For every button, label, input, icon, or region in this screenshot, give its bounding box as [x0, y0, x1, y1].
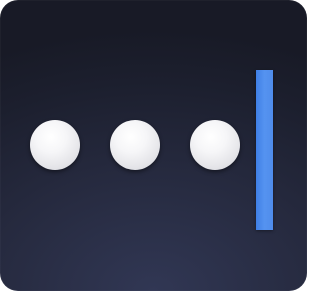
masked-character-dot	[190, 120, 240, 170]
text-cursor-icon	[256, 70, 273, 230]
app-icon	[0, 0, 307, 291]
masked-character-dot	[30, 120, 80, 170]
masked-character-dot	[110, 120, 160, 170]
